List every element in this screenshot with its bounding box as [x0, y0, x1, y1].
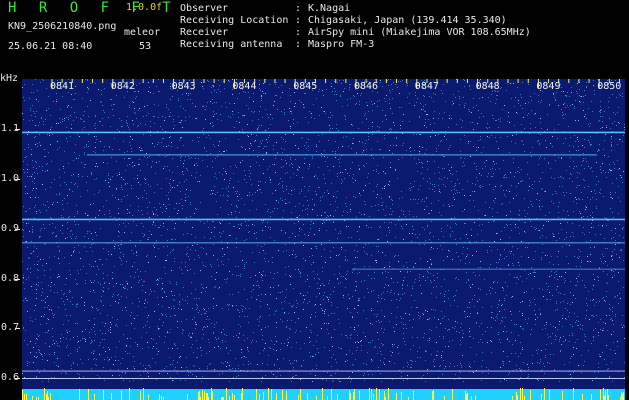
baseline-strip	[22, 388, 625, 400]
info-value: Chigasaki, Japan (139.414 35.340)	[308, 15, 507, 26]
info-label: Receiving Location	[180, 15, 289, 26]
y-axis: 1.1 1.0 0.9 0.8 0.7 0.6	[1, 123, 20, 383]
noise-speckle	[22, 79, 625, 382]
time-label: 0843	[172, 81, 196, 92]
datetime-label: 25.06.21 08:40	[8, 41, 93, 52]
filename-label: KN9_2506210840.png	[8, 21, 117, 32]
info-row-location: Receiving Location: Chigasaki, Japan (139…	[180, 15, 507, 26]
version-label: 1.0.0f	[126, 2, 163, 13]
signal-lines	[22, 131, 625, 379]
count-label: 53	[139, 41, 152, 52]
spectrogram-plot[interactable]: 0841 0842 0843 0844 0845 0846 0847 0848 0849 0850	[22, 79, 625, 400]
info-row-antenna: Receiving antenna: Maspro FM-3	[180, 39, 375, 50]
station-info: Observer: K.Nagai Receiving Location: Chig…	[180, 3, 531, 51]
info-row-observer: Observer: K.Nagai	[180, 3, 351, 14]
time-label: 0849	[536, 81, 560, 92]
time-label: 0841	[50, 81, 74, 92]
time-ticks: 0841 0842 0843 0844 0845 0846 0847 0848 0849 0850	[50, 79, 621, 92]
mode-label: meleor	[124, 27, 161, 38]
info-row-receiver: Receiver: AirSpy mini (Miakejima VOR 108.…	[180, 27, 531, 38]
noise-layer	[22, 79, 625, 382]
time-label: 0847	[415, 81, 439, 92]
info-value: Maspro FM-3	[308, 39, 375, 50]
header-panel: H R O F F T 1.0.0f KN9_2506210840.png me…	[0, 0, 629, 72]
time-label: 0845	[293, 81, 317, 92]
time-label: 0848	[476, 81, 500, 92]
noise-speckle	[22, 79, 625, 382]
info-label: Receiver	[180, 27, 229, 38]
info-label: Receiving antenna	[180, 39, 283, 50]
info-value: K.Nagai	[308, 3, 351, 14]
baseline-bar	[22, 389, 625, 400]
time-label: 0846	[354, 81, 378, 92]
info-value: AirSpy mini (Miakejima VOR 108.65MHz)	[308, 27, 531, 38]
time-label: 0850	[597, 81, 621, 92]
time-label: 0842	[111, 81, 135, 92]
info-label: Observer	[180, 3, 229, 14]
spectrogram-svg: 0841 0842 0843 0844 0845 0846 0847 0848 0849 0850	[22, 79, 625, 400]
time-label: 0844	[232, 81, 256, 92]
